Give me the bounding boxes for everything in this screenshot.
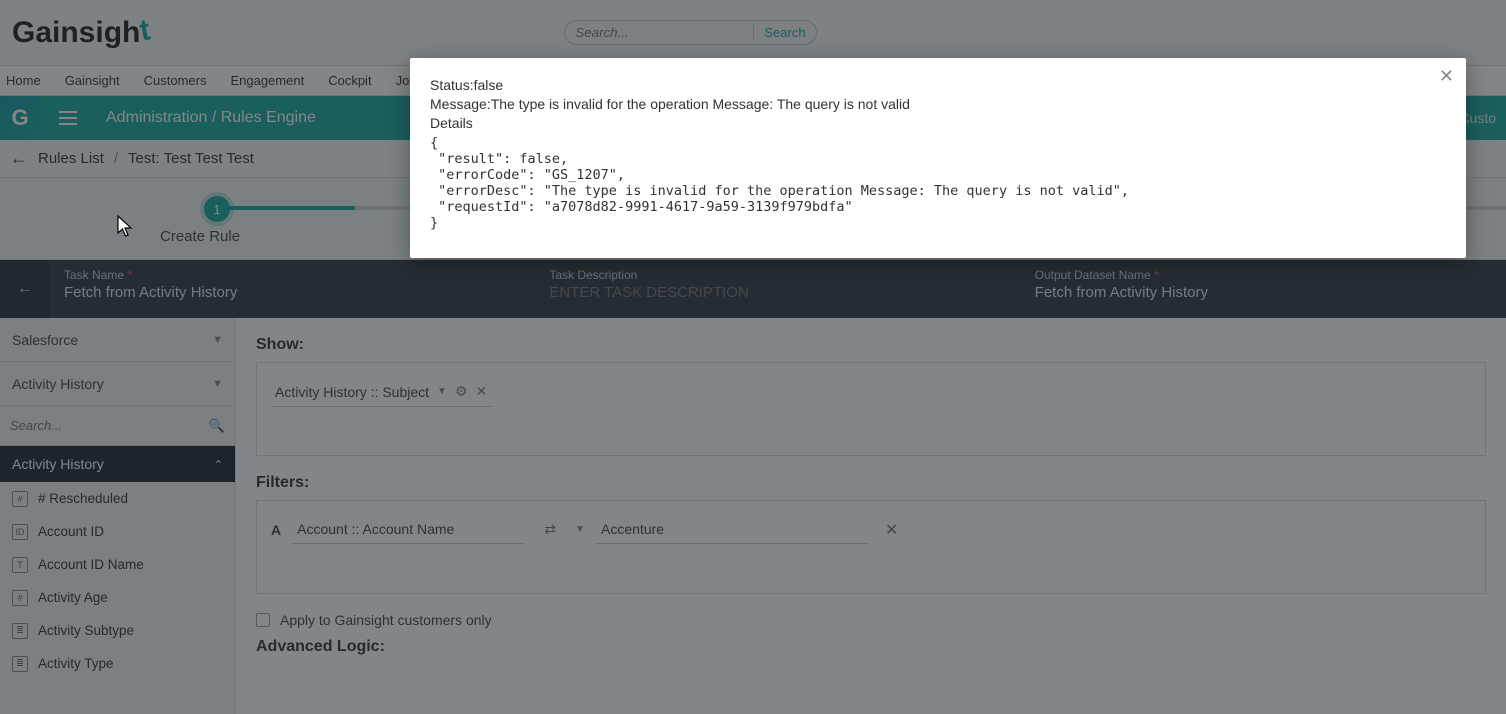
modal-json: { "result": false, "errorCode": "GS_1207… bbox=[430, 135, 1446, 231]
close-icon[interactable]: ✕ bbox=[1439, 66, 1454, 87]
modal-status: Status:false bbox=[430, 76, 1446, 95]
modal-message: Message:The type is invalid for the oper… bbox=[430, 95, 1446, 114]
error-modal: ✕ Status:false Message:The type is inval… bbox=[410, 58, 1466, 258]
modal-details-label: Details bbox=[430, 114, 1446, 133]
